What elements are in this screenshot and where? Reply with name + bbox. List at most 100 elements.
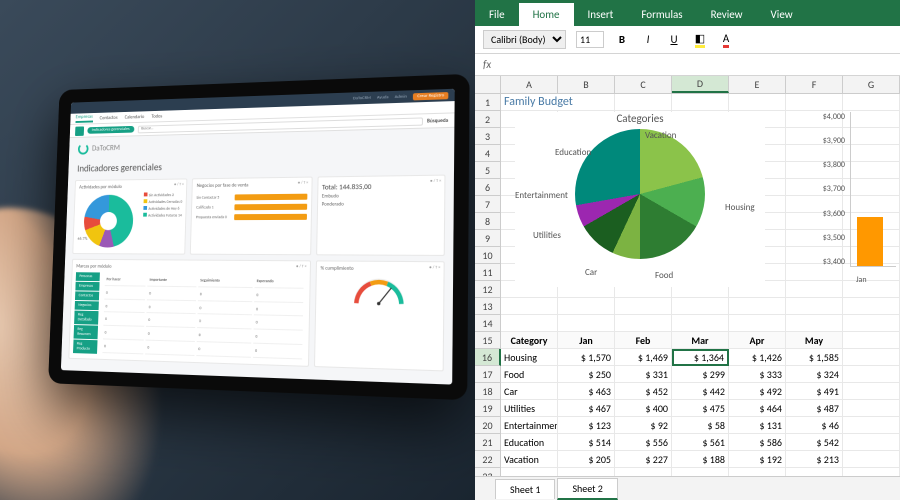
bar-jan xyxy=(857,217,883,266)
col-header[interactable]: B xyxy=(558,76,615,93)
topbar-user[interactable]: Admin xyxy=(395,94,407,99)
card-actions-icon[interactable]: ● / T × xyxy=(298,181,309,186)
breadcrumb-pill[interactable]: Indicadores gerenciales xyxy=(87,126,134,134)
dashboard-grid: ● / T × Actividades por módulo 46.7% Sin… xyxy=(61,174,454,371)
y-tick: $4,000 xyxy=(816,112,845,122)
gauge-card: ● / T × % cumplimiento xyxy=(314,260,445,371)
legend-item: Actividades Futuras 14 xyxy=(143,213,182,220)
nav-contactos[interactable]: Contactos xyxy=(100,115,118,121)
bar-fill xyxy=(235,204,307,211)
y-tick: $3,800 xyxy=(816,160,845,170)
topbar-help[interactable]: Ayuda xyxy=(377,95,389,100)
sidebar-item[interactable]: Reg Producto xyxy=(73,340,97,354)
pie-label: Education xyxy=(555,147,591,158)
sidebar-item[interactable]: Reg Resumen xyxy=(74,325,98,339)
bar-label: Sin Contactar 5 xyxy=(196,195,232,200)
bar-label: Calificado 1 xyxy=(196,205,232,210)
col-header[interactable]: E xyxy=(729,76,786,93)
font-select[interactable]: Calibri (Body) xyxy=(483,30,566,49)
marks-table: Por hacerImportanteSeguimientoEsperando … xyxy=(100,272,305,361)
y-tick: $3,500 xyxy=(816,233,845,243)
y-axis: $4,000 $3,900 $3,800 $3,700 $3,600 $3,50… xyxy=(816,112,848,267)
card-actions-icon[interactable]: ● / T × xyxy=(429,265,440,270)
monthly-bar-chart[interactable]: $4,000 $3,900 $3,800 $3,700 $3,600 $3,50… xyxy=(816,112,896,287)
col-header[interactable]: A xyxy=(501,76,558,93)
col-header[interactable]: F xyxy=(786,76,843,93)
photo-backdrop: DaToCRM Ayuda Admin Crear Registro Empre… xyxy=(0,0,475,500)
sheet-tab[interactable]: Sheet 1 xyxy=(495,479,555,499)
spreadsheet-grid[interactable]: A B C D E F G 1Family Budget234567891011… xyxy=(475,76,900,476)
total-card: ● / T × Total: 144.835,00 Embudo Pondera… xyxy=(316,175,446,256)
y-tick: $3,400 xyxy=(816,257,845,267)
toolbar: Calibri (Body) B I U ◧ A xyxy=(475,26,900,54)
formula-input[interactable] xyxy=(499,56,892,73)
pie-card: ● / T × Actividades por módulo 46.7% Sin… xyxy=(72,178,187,254)
font-color-button[interactable]: A xyxy=(718,32,734,48)
tab-file[interactable]: File xyxy=(475,3,519,26)
tab-formulas[interactable]: Formulas xyxy=(627,3,696,26)
search-label: Búsqueda xyxy=(427,117,448,124)
funnel-bars: Sin Contactar 5 Calificado 1 Propuesta e… xyxy=(196,191,307,224)
pie-label: Food xyxy=(655,270,673,281)
italic-button[interactable]: I xyxy=(640,33,656,46)
sheet-title: Family Budget xyxy=(501,94,615,111)
pie-legend: Sin Actividades 2 Actividades Cerradas 0… xyxy=(142,192,183,250)
bar-label: Propuesta enviada 0 xyxy=(196,215,232,220)
card-actions-icon[interactable]: ● / T × xyxy=(296,264,307,269)
col-header[interactable]: D xyxy=(672,76,729,93)
bold-button[interactable]: B xyxy=(614,33,630,46)
tab-home[interactable]: Home xyxy=(519,3,574,26)
card-actions-icon[interactable]: ● / T × xyxy=(174,182,184,187)
tab-insert[interactable]: Insert xyxy=(574,3,628,26)
excel-window: File Home Insert Formulas Review View Ca… xyxy=(475,0,900,500)
sidebar-item[interactable]: Contactos xyxy=(75,291,99,300)
brand-text: DaToCRM xyxy=(92,143,120,153)
list-title: Marcas por módulo xyxy=(76,264,306,272)
sidebar-item[interactable]: Empresas xyxy=(75,282,99,291)
gauge-chart xyxy=(350,275,407,307)
bars-title: Negocios por fase de venta xyxy=(197,182,308,189)
formula-bar: fx xyxy=(475,54,900,76)
nav-todos[interactable]: Todos xyxy=(151,113,162,119)
pie-graphic xyxy=(575,129,705,259)
pie-label: Entertainment xyxy=(515,190,568,201)
list-card: ● / T × Marcas por módulo Personas Empre… xyxy=(68,259,310,367)
home-icon[interactable] xyxy=(75,126,84,136)
y-tick: $3,600 xyxy=(816,209,845,219)
fill-color-button[interactable]: ◧ xyxy=(692,32,708,48)
card-actions-icon[interactable]: ● / T × xyxy=(430,179,441,186)
categories-pie-chart[interactable]: Categories Vacation Education Entertainm… xyxy=(515,112,765,287)
y-tick: $3,700 xyxy=(816,184,845,194)
topbar-brand: DaToCRM xyxy=(353,95,371,101)
pie-title: Actividades por módulo xyxy=(79,183,183,190)
col-header: Por hacer xyxy=(104,274,146,286)
tablet-device: DaToCRM Ayuda Admin Crear Registro Empre… xyxy=(48,74,470,400)
sheet-tab[interactable]: Sheet 2 xyxy=(557,478,617,500)
ribbon-tabs: File Home Insert Formulas Review View xyxy=(475,0,900,26)
column-headers: A B C D E F G xyxy=(475,76,900,94)
fx-icon[interactable]: fx xyxy=(483,58,491,71)
nav-calendario[interactable]: Calendario xyxy=(125,114,145,120)
sidebar-item[interactable]: Reg Detallado xyxy=(74,311,98,325)
chart-title: Categories xyxy=(515,112,765,125)
sheet-tabs: Sheet 1 Sheet 2 xyxy=(475,476,900,500)
sidebar-item[interactable]: Personas xyxy=(76,272,100,281)
underline-button[interactable]: U xyxy=(666,33,682,46)
pie-percent: 46.7% xyxy=(77,237,89,242)
font-size-input[interactable] xyxy=(576,31,604,48)
col-header[interactable]: C xyxy=(615,76,672,93)
sidebar-item[interactable]: Negocios xyxy=(75,301,99,310)
create-record-button[interactable]: Crear Registro xyxy=(413,92,448,100)
tab-view[interactable]: View xyxy=(757,3,807,26)
col-header[interactable]: G xyxy=(843,76,900,93)
tab-review[interactable]: Review xyxy=(697,3,757,26)
x-label: Jan xyxy=(856,275,867,285)
activities-pie-chart: 46.7% xyxy=(83,195,134,248)
nav-empresas[interactable]: Empresas xyxy=(76,114,93,123)
bar-fill xyxy=(235,194,307,201)
select-all-corner[interactable] xyxy=(475,76,501,93)
brand-logo-icon xyxy=(78,143,89,155)
bar-area xyxy=(850,112,896,267)
y-tick: $3,900 xyxy=(816,136,845,146)
total-line2: Ponderado xyxy=(322,200,440,209)
